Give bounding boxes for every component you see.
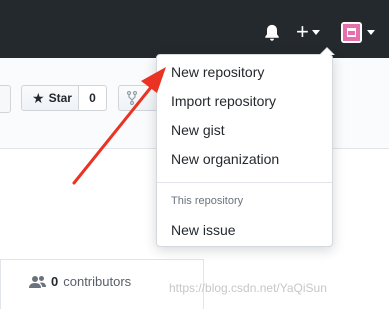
star-label: Star <box>48 91 72 105</box>
menu-item-new-issue[interactable]: New issue <box>171 222 236 238</box>
menu-item-import-repository[interactable]: Import repository <box>171 93 276 109</box>
menu-item-new-organization[interactable]: New organization <box>171 151 279 167</box>
user-menu-button[interactable] <box>341 20 375 44</box>
create-new-button[interactable]: + <box>296 20 320 44</box>
star-count[interactable]: 0 <box>79 85 107 111</box>
menu-section-header: This repository <box>171 195 244 207</box>
menu-item-new-repository[interactable]: New repository <box>171 64 264 80</box>
people-icon <box>29 275 46 288</box>
bell-icon[interactable] <box>262 23 282 43</box>
create-new-dropdown: New repository Import repository New gis… <box>156 47 335 247</box>
contributors-link[interactable]: 0 contributors <box>29 274 131 289</box>
menu-item-new-gist[interactable]: New gist <box>171 122 225 138</box>
chevron-down-icon <box>311 29 320 35</box>
avatar <box>341 21 362 43</box>
fork-icon <box>127 91 137 105</box>
star-icon: ★ <box>32 90 45 106</box>
chevron-down-icon <box>367 29 375 35</box>
watermark: https://blog.csdn.net/YaQiSun <box>169 281 327 295</box>
star-button[interactable]: ★ Star <box>21 85 79 111</box>
watch-button[interactable] <box>0 85 11 113</box>
contributors-label: contributors <box>63 274 132 289</box>
menu-divider <box>157 182 332 183</box>
contributors-count: 0 <box>51 274 59 289</box>
plus-icon: + <box>296 19 309 44</box>
